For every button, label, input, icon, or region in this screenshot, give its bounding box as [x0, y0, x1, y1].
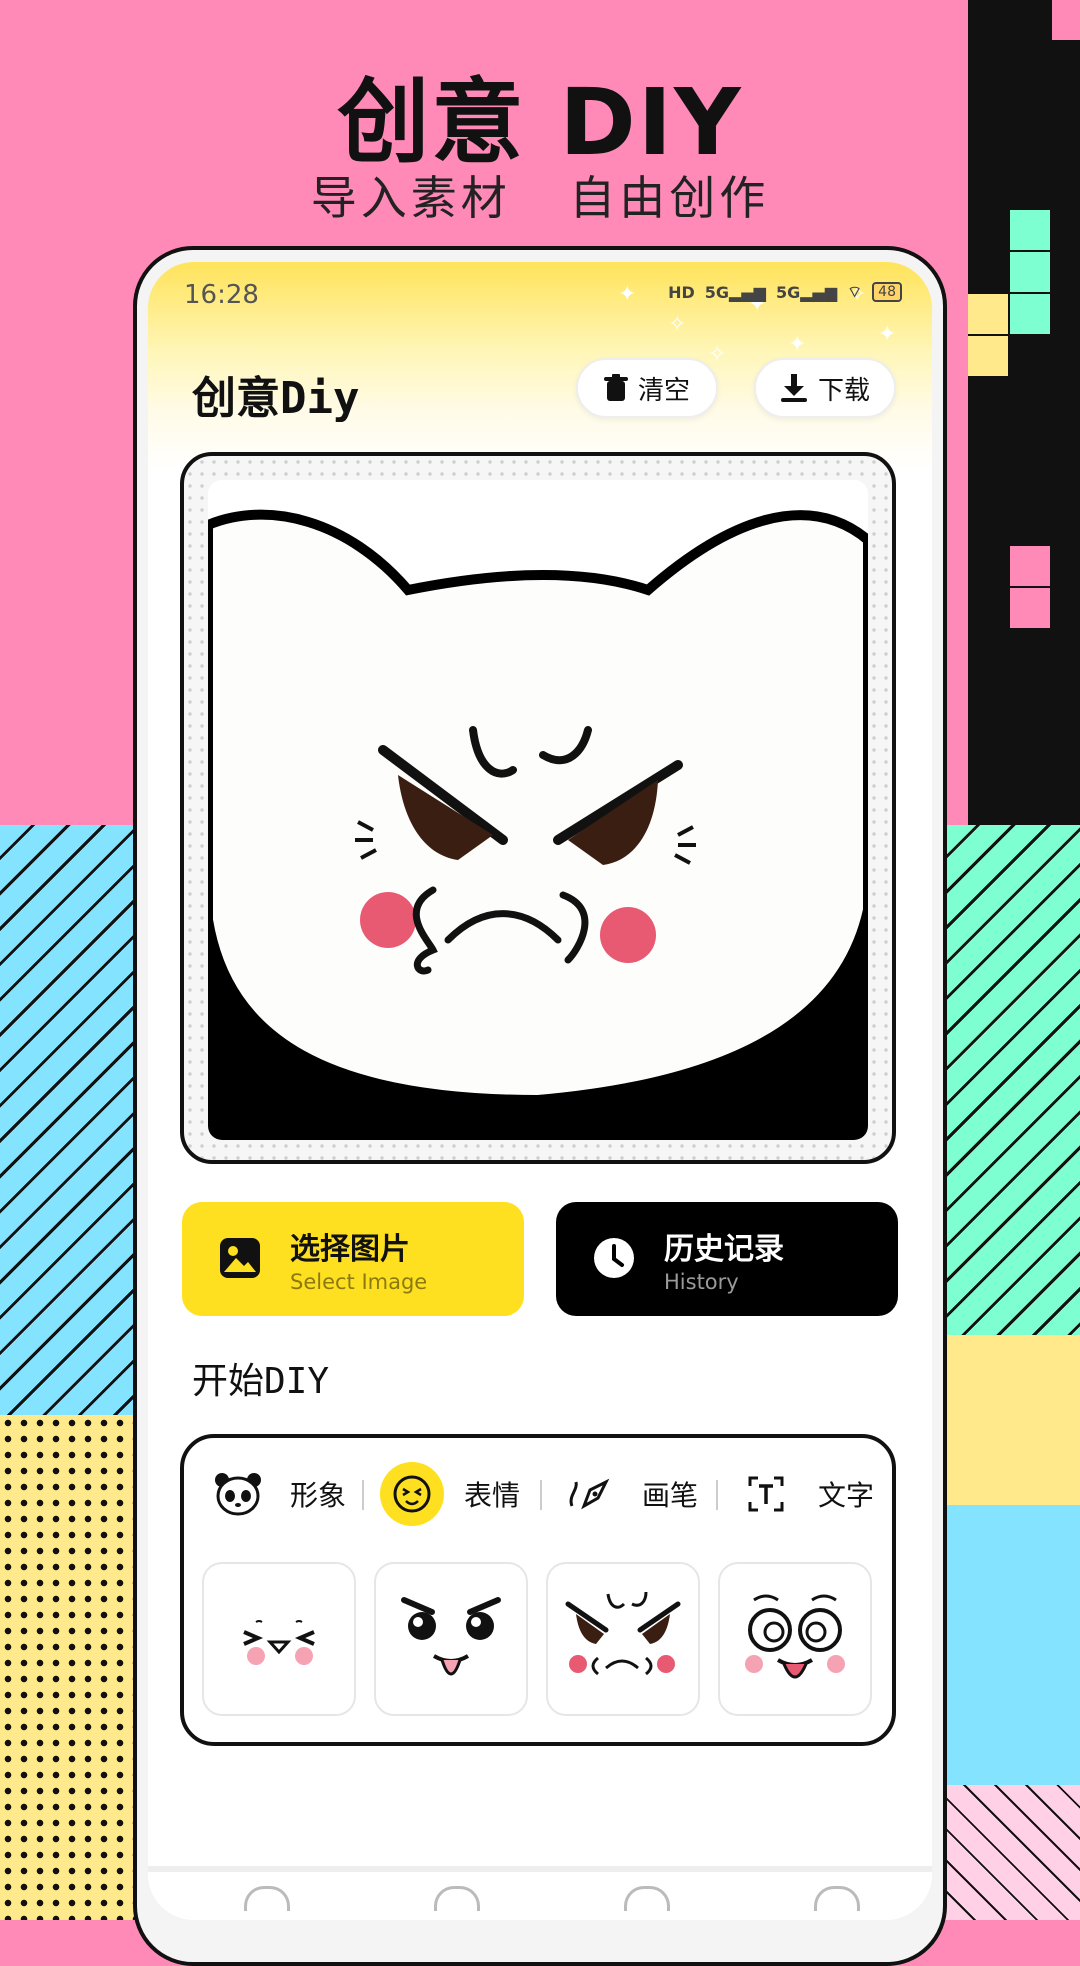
- surprised-tongue-face-icon: [745, 1594, 845, 1679]
- nav-tab[interactable]: [814, 1886, 860, 1911]
- image-icon: [220, 1238, 260, 1278]
- expression-item[interactable]: [374, 1562, 528, 1716]
- hd-icon: HD: [668, 282, 695, 302]
- tab-expression-label: 表情: [464, 1479, 521, 1512]
- stripe-decoration-left: [0, 825, 135, 1415]
- nav-tab[interactable]: [434, 1886, 480, 1911]
- history-button[interactable]: 历史记录 History: [556, 1202, 898, 1316]
- diy-canvas-frame: [180, 452, 896, 1164]
- angry-cat-image: [208, 480, 868, 1140]
- status-icons: HD 5G▂▄▆ 5G▂▄▆ ⌔ 48: [668, 282, 902, 302]
- face-icon: [380, 1462, 444, 1526]
- tab-text-label: 文字: [818, 1479, 875, 1512]
- tab-image[interactable]: 形象: [206, 1460, 346, 1528]
- nav-tab[interactable]: [624, 1886, 670, 1911]
- panda-icon: [206, 1462, 270, 1526]
- battery-icon: 48: [872, 282, 902, 302]
- download-button[interactable]: 下载: [754, 358, 896, 418]
- expression-item[interactable]: [546, 1562, 700, 1716]
- expression-item[interactable]: [718, 1562, 872, 1716]
- stripe-decoration-right: [945, 825, 1080, 1335]
- nav-tab[interactable]: [244, 1886, 290, 1911]
- history-label: 历史记录: [664, 1232, 784, 1267]
- download-label: 下载: [817, 375, 870, 406]
- tongue-out-face-icon: [401, 1597, 501, 1676]
- dots-decoration: [0, 1415, 135, 1920]
- tool-panel: 形象 表情 画笔 文字: [180, 1434, 896, 1746]
- select-image-label: 选择图片: [290, 1232, 410, 1267]
- hero-subtitle: 导入素材 自由创作: [310, 171, 770, 225]
- section-title: 开始DIY: [192, 1361, 330, 1402]
- wifi-icon: ⌔: [847, 282, 863, 301]
- select-image-button[interactable]: 选择图片 Select Image: [182, 1202, 524, 1316]
- tab-brush-label: 画笔: [642, 1479, 699, 1512]
- status-time: 16:28: [184, 280, 259, 310]
- trash-icon: [603, 374, 628, 401]
- 5g-signal-icon: 5G▂▄▆: [704, 282, 766, 302]
- tab-image-label: 形象: [290, 1479, 347, 1512]
- app-title: 创意Diy: [192, 373, 360, 424]
- tool-tabs: 形象 表情 画笔 文字: [184, 1460, 892, 1528]
- yellow-block: [945, 1335, 1080, 1505]
- app-screen: ✦ ✧ ✦ ✦ ✧ ✦ ✧ 16:28 HD 5G▂▄▆ 5G▂▄▆ ⌔ 48 …: [148, 262, 932, 1920]
- angry-pout-face-icon: [565, 1591, 681, 1676]
- diy-canvas[interactable]: [208, 480, 868, 1140]
- tab-brush[interactable]: 画笔: [558, 1460, 698, 1528]
- tab-text[interactable]: 文字: [734, 1460, 874, 1528]
- expression-item[interactable]: [202, 1562, 356, 1716]
- 5g-signal-icon: 5G▂▄▆: [775, 282, 838, 302]
- pink-stripe-decoration: [945, 1785, 1080, 1920]
- pen-icon: [558, 1462, 622, 1526]
- text-icon: [734, 1462, 798, 1526]
- clear-label: 清空: [637, 375, 690, 406]
- bottom-navigation: [148, 1866, 932, 1920]
- tab-expression[interactable]: 表情: [380, 1460, 520, 1528]
- blue-block: [945, 1505, 1080, 1785]
- clear-button[interactable]: 清空: [576, 358, 718, 418]
- download-icon: [780, 374, 807, 402]
- squint-laugh-face-icon: [243, 1620, 315, 1665]
- clock-icon: [594, 1238, 634, 1278]
- history-sublabel: History: [664, 1270, 739, 1294]
- select-image-sublabel: Select Image: [290, 1270, 428, 1294]
